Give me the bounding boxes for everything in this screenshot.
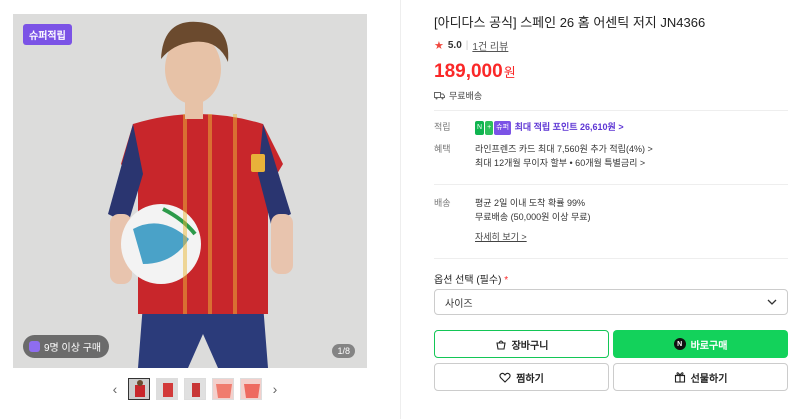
product-info: [아디다스 공식] 스페인 26 홈 어센틱 저지 JN4366 ★ 5.0 |… (434, 14, 788, 391)
thumbnail-2[interactable] (156, 378, 178, 400)
thumbnail-strip: ‹ › (108, 378, 282, 400)
price-currency: 원 (503, 65, 516, 80)
more-details-link[interactable]: 자세히 보기 > (475, 230, 591, 244)
benefit-row: 혜택 라인프렌즈 카드 최대 7,560원 추가 적립(4%) > 최대 12개… (434, 142, 653, 170)
option-label: 옵션 선택 (필수) * (434, 271, 508, 286)
naver-pay-icon: N (673, 338, 686, 350)
gift-icon (674, 372, 685, 383)
option-label-text: 옵션 선택 (필수) (434, 275, 502, 286)
product-title: [아디다스 공식] 스페인 26 홈 어센틱 저지 JN4366 (434, 15, 706, 30)
delivery-estimate: 평균 2일 이내 도착 확률 99% (475, 198, 586, 208)
heart-icon (499, 372, 511, 383)
benefit-values: 라인프렌즈 카드 최대 7,560원 추가 적립(4%) > 최대 12개월 무… (475, 142, 653, 170)
thumbnail-1[interactable] (128, 378, 150, 400)
wishlist-label: 찜하기 (516, 373, 544, 385)
points-text: 최대 적립 포인트 26,610원 > (514, 122, 624, 132)
thumbnail-3[interactable] (184, 378, 206, 400)
add-to-cart-button[interactable]: 장바구니 (434, 330, 609, 358)
thumbnail-image (185, 379, 205, 399)
buyers-count-text: 9명 이상 구매 (44, 343, 102, 354)
shipping-text: 무료배송 (449, 91, 483, 101)
divider (434, 184, 788, 185)
thumbnail-5[interactable] (240, 378, 262, 400)
card-benefit[interactable]: 라인프렌즈 카드 최대 7,560원 추가 적립(4%) > (475, 142, 653, 156)
column-divider (400, 0, 401, 419)
thumbnail-image (213, 379, 233, 399)
thumbnail-image (129, 379, 149, 399)
product-main-image[interactable]: 슈퍼적립 9명 이상 구매 1/8 (13, 14, 367, 368)
buy-now-button[interactable]: N 바로구매 (613, 330, 788, 358)
shipping-row: 무료배송 (434, 89, 788, 102)
membership-icon: 슈퍼 (494, 120, 512, 135)
size-select-value: 사이즈 (445, 298, 473, 310)
points-value: N + 슈퍼 최대 적립 포인트 26,610원 > (475, 120, 624, 135)
product-page: 슈퍼적립 9명 이상 구매 1/8 ‹ › [아디다스 공식] 스페인 26 홈… (0, 0, 800, 419)
delivery-free: 무료배송 (50,000원 이상 무료) (475, 212, 591, 222)
chevron-left-icon[interactable]: ‹ (108, 381, 122, 397)
star-icon: ★ (434, 40, 444, 52)
size-select[interactable]: 사이즈 (434, 289, 788, 315)
reviews-link[interactable]: 1건 리뷰 (472, 38, 508, 53)
rating-separator: | (465, 40, 469, 51)
image-counter: 1/8 (332, 344, 355, 358)
gift-button[interactable]: 선물하기 (613, 363, 788, 391)
rating-value: 5.0 (447, 40, 462, 51)
divider (434, 110, 788, 111)
buy-label: 바로구매 (690, 340, 728, 352)
cart-icon (495, 339, 506, 350)
plus-icon: + (485, 120, 494, 135)
thumbnail-4[interactable] (212, 378, 234, 400)
rating-row: ★ 5.0 | 1건 리뷰 (434, 38, 788, 53)
points-row[interactable]: 적립 N + 슈퍼 최대 적립 포인트 26,610원 > (434, 120, 624, 135)
price-value: 189,000 (434, 61, 503, 82)
truck-icon (434, 92, 445, 100)
wishlist-button[interactable]: 찜하기 (434, 363, 609, 391)
installment-benefit[interactable]: 최대 12개월 무이자 할부 • 60개월 특별금리 > (475, 156, 653, 170)
divider (434, 258, 788, 259)
benefit-label: 혜택 (434, 144, 451, 154)
delivery-values: 평균 2일 이내 도착 확률 99% 무료배송 (50,000원 이상 무료) … (475, 196, 591, 244)
required-mark: * (504, 275, 509, 286)
chevron-down-icon (767, 299, 777, 305)
thumbnail-image (157, 379, 177, 399)
cart-label: 장바구니 (511, 340, 549, 352)
price: 189,000 원 (434, 61, 788, 83)
buyers-count-badge: 9명 이상 구매 (23, 335, 110, 358)
thumbnail-image (241, 379, 261, 399)
chevron-right-icon[interactable]: › (268, 381, 282, 397)
naver-n-icon: N (475, 120, 485, 135)
gift-label: 선물하기 (690, 373, 728, 385)
delivery-row: 배송 평균 2일 이내 도착 확률 99% 무료배송 (50,000원 이상 무… (434, 196, 591, 244)
super-points-badge: 슈퍼적립 (23, 24, 72, 45)
model-photo (13, 14, 367, 368)
points-label: 적립 (434, 122, 451, 132)
buyers-icon (29, 341, 40, 352)
delivery-label: 배송 (434, 198, 451, 208)
